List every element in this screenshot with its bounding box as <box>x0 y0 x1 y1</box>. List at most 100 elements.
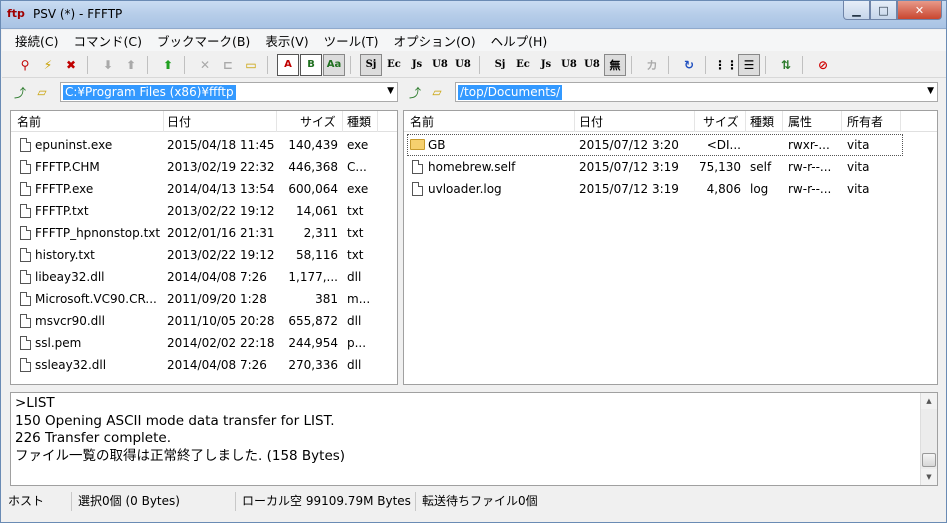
remote-file-list[interactable]: 名前 日付 サイズ 種類 属性 所有者 GB 2015/07/12 3:20 <DI… <box>403 110 938 385</box>
table-row[interactable]: FFFTP.CHM 2013/02/19 22:32 446,368 C... <box>11 156 397 178</box>
table-row[interactable]: uvloader.log 2015/07/12 3:19 4,806 log rw-r-… <box>404 178 937 200</box>
minimize-button[interactable]: ▁ <box>843 1 870 20</box>
remote-path-input[interactable]: /top/Documents/ ▼ <box>455 82 938 102</box>
file-icon <box>20 270 31 284</box>
delete-icon[interactable]: ✕ <box>194 54 216 76</box>
detail-view-icon[interactable]: ☰ <box>738 53 760 76</box>
scroll-thumb[interactable] <box>922 453 936 467</box>
kanji-utf8bom-button[interactable]: U8 <box>452 54 474 76</box>
remote-up-folder-icon[interactable]: ⤴ <box>405 83 425 101</box>
table-row[interactable]: history.txt 2013/02/22 19:12 58,116 txt <box>11 244 397 266</box>
log-line: >LIST <box>15 395 55 411</box>
menu-command[interactable]: コマンド(C) <box>66 31 149 50</box>
file-type: exe <box>347 182 369 196</box>
sync-folders-icon[interactable]: ⇅ <box>775 54 797 76</box>
file-date: 2013/02/19 22:32 <box>167 160 275 174</box>
remote-kanji-utf8bom-button[interactable]: U8 <box>581 54 603 76</box>
menu-bookmark[interactable]: ブックマーク(B) <box>150 31 258 50</box>
chevron-down-icon[interactable]: ▼ <box>387 86 394 96</box>
menu-options[interactable]: オプション(O) <box>387 31 484 50</box>
local-open-folder-icon[interactable]: ▱ <box>32 83 52 101</box>
col-size[interactable]: サイズ <box>300 114 336 130</box>
kana-convert-button[interactable]: カ <box>641 54 663 76</box>
table-row[interactable]: FFFTP.exe 2014/04/13 13:54 600,064 exe <box>11 178 397 200</box>
kanji-sjis-button[interactable]: Sj <box>360 53 382 76</box>
file-name: uvloader.log <box>428 182 502 196</box>
col-name[interactable]: 名前 <box>410 114 434 130</box>
col-date[interactable]: 日付 <box>167 114 191 130</box>
file-type: self <box>750 160 772 174</box>
table-row[interactable]: FFFTP_hpnonstop.txt 2012/01/16 21:31 2,311… <box>11 222 397 244</box>
file-name: Microsoft.VC90.CR... <box>35 292 157 306</box>
toolbar: ⚲ ⚡ ✖ ⬇ ⬆ ⬆ ✕ ⊏ ▭ A B Aa Sj Ec Js U8 U8 … <box>2 52 946 78</box>
menu-connect[interactable]: 接続(C) <box>8 31 66 50</box>
scroll-up-icon[interactable]: ▲ <box>921 393 937 409</box>
file-size: 58,116 <box>296 248 338 262</box>
col-type[interactable]: 種類 <box>347 114 371 130</box>
local-up-folder-icon[interactable]: ⤴ <box>10 83 30 101</box>
file-type: txt <box>347 248 364 262</box>
col-date[interactable]: 日付 <box>579 114 603 130</box>
kanji-euc-button[interactable]: Ec <box>383 54 405 76</box>
upload-icon[interactable]: ⬆ <box>120 54 142 76</box>
col-size[interactable]: サイズ <box>703 114 739 130</box>
table-row[interactable]: FFFTP.txt 2013/02/22 19:12 14,061 txt <box>11 200 397 222</box>
window-controls: ▁ □ ✕ <box>843 1 942 21</box>
new-folder-icon[interactable]: ▭ <box>240 54 262 76</box>
table-row[interactable]: msvcr90.dll 2011/10/05 20:28 655,872 dll <box>11 310 397 332</box>
kanji-jis-button[interactable]: Js <box>406 54 428 76</box>
col-owner[interactable]: 所有者 <box>847 114 883 130</box>
table-row[interactable]: ssl.pem 2014/02/02 22:18 244,954 p... <box>11 332 397 354</box>
table-row[interactable]: Microsoft.VC90.CR... 2011/09/20 1:28 381 m.… <box>11 288 397 310</box>
remote-kanji-euc-button[interactable]: Ec <box>512 54 534 76</box>
status-local-free: ローカル空 99109.79M Bytes <box>236 492 416 511</box>
file-icon <box>20 248 31 262</box>
close-button[interactable]: ✕ <box>897 1 942 20</box>
chevron-down-icon[interactable]: ▼ <box>927 86 934 96</box>
scroll-down-icon[interactable]: ▼ <box>921 469 937 485</box>
remote-open-folder-icon[interactable]: ▱ <box>427 83 447 101</box>
mirror-upload-icon[interactable]: ⬆ <box>157 54 179 76</box>
remote-kanji-sjis-button[interactable]: Sj <box>489 54 511 76</box>
kanji-none-button[interactable]: 無 <box>604 53 626 76</box>
title-bar[interactable]: ftp PSV (*) - FFFTP ▁ □ ✕ <box>1 1 946 29</box>
transfer-auto-button[interactable]: Aa <box>323 53 345 76</box>
table-row[interactable]: epuninst.exe 2015/04/18 11:45 140,439 exe <box>11 134 397 156</box>
kanji-utf8n-button[interactable]: U8 <box>429 54 451 76</box>
table-row[interactable]: libeay32.dll 2014/04/08 7:26 1,177,... dll <box>11 266 397 288</box>
menu-help[interactable]: ヘルプ(H) <box>484 31 556 50</box>
file-size: 1,177,... <box>288 270 338 284</box>
transfer-binary-button[interactable]: B <box>300 53 322 76</box>
refresh-icon[interactable]: ↻ <box>678 54 700 76</box>
download-icon[interactable]: ⬇ <box>97 54 119 76</box>
file-icon <box>20 138 31 152</box>
col-name[interactable]: 名前 <box>17 114 41 130</box>
connect-icon[interactable]: ⚲ <box>14 54 36 76</box>
remote-kanji-utf8n-button[interactable]: U8 <box>558 54 580 76</box>
local-list-header: 名前 日付 サイズ 種類 <box>11 111 397 132</box>
local-path-input[interactable]: C:¥Program Files (x86)¥ffftp ▼ <box>60 82 398 102</box>
disconnect-icon[interactable]: ✖ <box>60 54 82 76</box>
table-row[interactable]: ssleay32.dll 2014/04/08 7:26 270,336 dll <box>11 354 397 376</box>
table-row[interactable]: GB 2015/07/12 3:20 <DI... rwxr-... vita <box>404 134 937 156</box>
menu-view[interactable]: 表示(V) <box>258 31 316 50</box>
remote-kanji-jis-button[interactable]: Js <box>535 54 557 76</box>
log-window[interactable]: >LIST 150 Opening ASCII mode data transf… <box>10 392 938 486</box>
log-scrollbar[interactable]: ▲ ▼ <box>920 393 937 485</box>
transfer-ascii-button[interactable]: A <box>277 53 299 76</box>
list-view-icon[interactable]: ⋮⋮ <box>714 54 738 76</box>
file-name: FFFTP.CHM <box>35 160 100 174</box>
file-size: 381 <box>315 292 338 306</box>
file-icon <box>20 204 31 218</box>
maximize-button[interactable]: □ <box>870 1 897 20</box>
table-row[interactable]: homebrew.self 2015/07/12 3:19 75,130 self rw… <box>404 156 937 178</box>
col-attr[interactable]: 属性 <box>788 114 812 130</box>
abort-icon[interactable]: ⊘ <box>812 54 834 76</box>
file-size: 655,872 <box>288 314 338 328</box>
menu-tools[interactable]: ツール(T) <box>317 31 387 50</box>
rename-icon[interactable]: ⊏ <box>217 54 239 76</box>
quick-connect-icon[interactable]: ⚡ <box>37 54 59 76</box>
col-type[interactable]: 種類 <box>750 114 774 130</box>
file-name: ssl.pem <box>35 336 82 350</box>
local-file-list[interactable]: 名前 日付 サイズ 種類 epuninst.exe 2015/04/18 11:4… <box>10 110 398 385</box>
